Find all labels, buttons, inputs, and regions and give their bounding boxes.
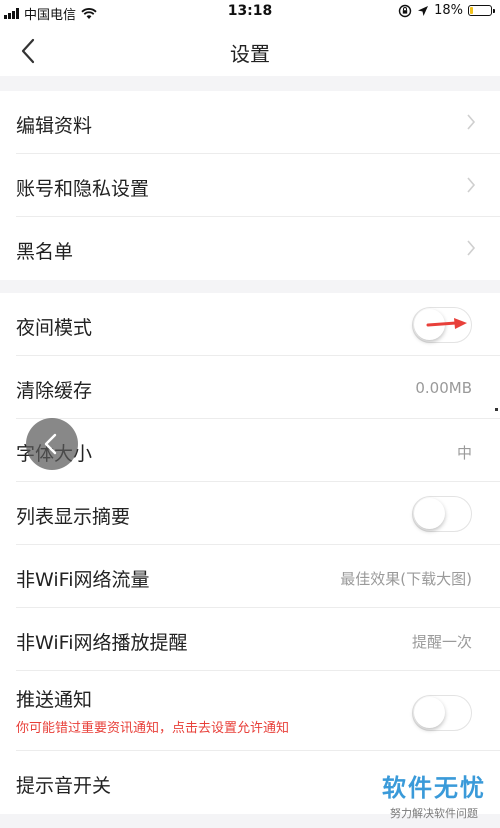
profile-group: 编辑资料 账号和隐私设置 黑名单 xyxy=(0,91,500,280)
non-wifi-playback-value: 提醒一次 xyxy=(411,633,472,651)
battery-icon xyxy=(468,5,495,16)
settings-item-label: 清除缓存 xyxy=(16,380,93,402)
settings-item-font-size[interactable]: 字体大小 中 xyxy=(16,419,500,482)
location-icon xyxy=(418,5,429,16)
chevron-right-icon xyxy=(467,114,476,130)
settings-item-account-privacy[interactable]: 账号和隐私设置 xyxy=(16,154,500,217)
toggle-knob xyxy=(414,498,445,529)
list-summary-toggle[interactable] xyxy=(412,496,472,532)
preferences-group: 夜间模式 清除缓存 0.00MB 字体大小 中 列表显示摘要 非WiFi网络流量… xyxy=(0,293,500,814)
settings-item-non-wifi-playback[interactable]: 非WiFi网络播放提醒 提醒一次 xyxy=(16,608,500,671)
settings-item-label: 非WiFi网络流量 xyxy=(16,569,150,591)
arrow-annotation-icon xyxy=(426,318,467,329)
edge-dot xyxy=(495,408,498,411)
battery-percent: 18% xyxy=(434,3,463,18)
settings-item-non-wifi-traffic[interactable]: 非WiFi网络流量 最佳效果(下载大图) xyxy=(16,545,500,608)
cache-size-value: 0.00MB xyxy=(415,379,472,397)
status-bar: 中国电信 13:18 18% xyxy=(0,0,500,24)
settings-item-label: 非WiFi网络播放提醒 xyxy=(16,632,188,654)
push-hint[interactable]: 你可能错过重要资讯通知，点击去设置允许通知 xyxy=(16,717,289,736)
settings-item-label: 编辑资料 xyxy=(16,115,93,137)
settings-item-label: 推送通知 xyxy=(16,689,93,711)
floating-back-button[interactable] xyxy=(26,418,78,470)
settings-item-push[interactable]: 推送通知 你可能错过重要资讯通知，点击去设置允许通知 xyxy=(16,671,500,751)
settings-item-clear-cache[interactable]: 清除缓存 0.00MB xyxy=(16,356,500,419)
settings-item-label: 列表显示摘要 xyxy=(16,506,131,528)
chevron-left-icon xyxy=(44,433,57,455)
status-right: 18% xyxy=(398,3,495,18)
battery-fill xyxy=(470,7,473,14)
settings-item-blacklist[interactable]: 黑名单 xyxy=(16,217,500,280)
watermark-subtitle: 努力解决软件问题 xyxy=(390,807,478,820)
settings-item-label: 账号和隐私设置 xyxy=(16,178,150,200)
rotation-lock-icon xyxy=(398,4,412,17)
settings-item-label: 夜间模式 xyxy=(16,317,93,339)
font-size-value: 中 xyxy=(456,444,472,462)
non-wifi-traffic-value: 最佳效果(下载大图) xyxy=(340,570,472,588)
nav-bar: 设置 xyxy=(0,24,500,76)
watermark-title: 软件无忧 xyxy=(382,774,486,802)
page-title: 设置 xyxy=(230,42,270,66)
settings-item-label: 黑名单 xyxy=(16,241,74,263)
push-toggle[interactable] xyxy=(412,695,472,731)
watermark: 软件无忧 努力解决软件问题 xyxy=(382,768,486,821)
toggle-knob xyxy=(414,697,445,728)
settings-item-list-summary: 列表显示摘要 xyxy=(16,482,500,545)
chevron-right-icon xyxy=(467,240,476,256)
settings-item-edit-profile[interactable]: 编辑资料 xyxy=(16,91,500,154)
settings-item-label: 提示音开关 xyxy=(16,775,112,797)
settings-item-night-mode: 夜间模式 xyxy=(16,293,500,356)
chevron-right-icon xyxy=(467,177,476,193)
